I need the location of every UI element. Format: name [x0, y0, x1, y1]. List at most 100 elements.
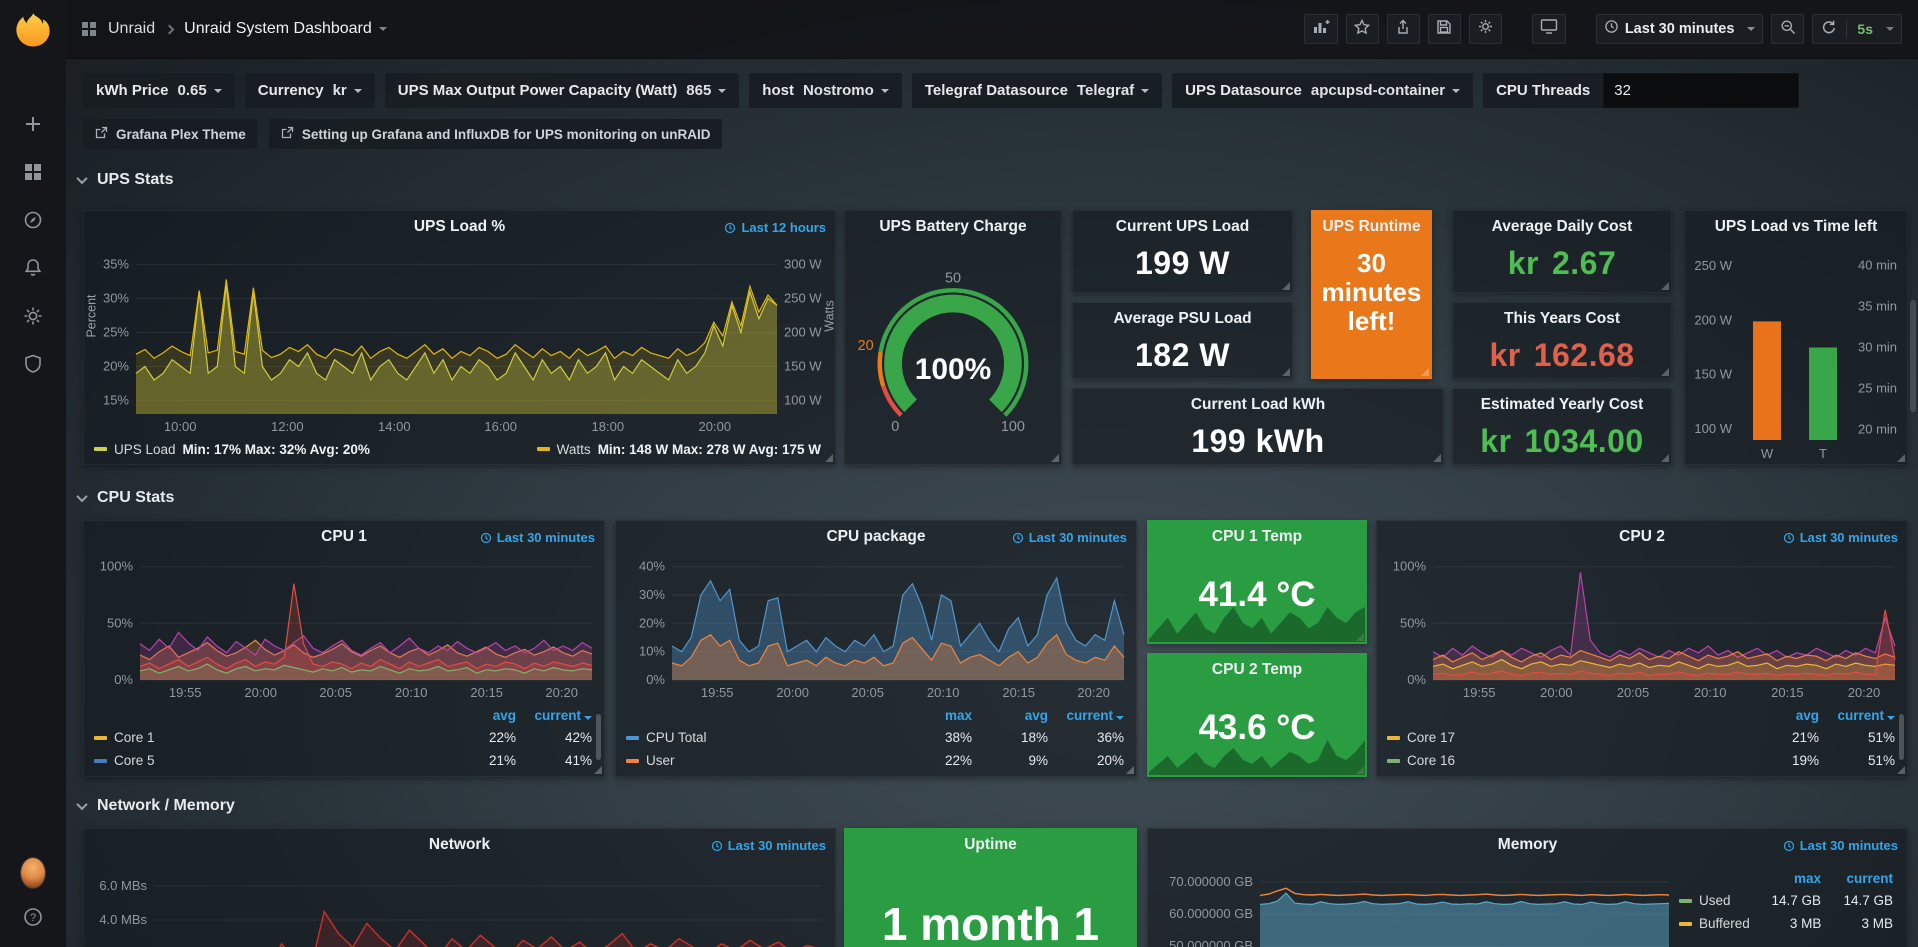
legend-col-current[interactable]: current	[1821, 871, 1893, 886]
star-button[interactable]	[1346, 14, 1379, 44]
legend-item[interactable]: UPS Load Min: 17% Max: 32% Avg: 20%	[94, 442, 370, 457]
time-range-picker[interactable]: Last 30 minutes	[1596, 14, 1764, 44]
panel-title[interactable]: Average PSU Load	[1113, 310, 1251, 328]
page-scrollbar-thumb[interactable]	[1910, 300, 1916, 412]
grafana-logo-icon[interactable]	[12, 8, 54, 50]
panel-title[interactable]: CPU 2 Temp	[1212, 661, 1302, 679]
sidebar-item-dashboards[interactable]	[21, 162, 45, 186]
share-button[interactable]	[1387, 14, 1420, 44]
series-name[interactable]: Used	[1679, 893, 1749, 908]
memory-chart[interactable]: 50.000000 GB60.000000 GB70.000000 GB	[1148, 861, 1679, 947]
sidebar-item-alerting[interactable]	[21, 258, 45, 282]
legend-col-max[interactable]: max	[1749, 871, 1821, 886]
series-name[interactable]: Buffered	[1679, 916, 1750, 931]
series-name[interactable]: Core 1	[94, 730, 440, 745]
gauge-threshold-orange	[880, 352, 884, 386]
panel-time-override[interactable]: Last 30 minutes	[711, 838, 826, 853]
series-name[interactable]: Core 16	[1387, 753, 1743, 768]
legend-item[interactable]: Watts Min: 148 W Max: 278 W Avg: 175 W	[537, 442, 821, 457]
panel-time-override[interactable]: Last 30 minutes	[1012, 530, 1127, 545]
panel-title[interactable]: CPU package	[826, 528, 925, 546]
link-ups-monitoring-guide[interactable]: Setting up Grafana and InfluxDB for UPS …	[269, 119, 722, 149]
cpu1-chart[interactable]: 0%50%100%19:5520:0020:0520:1020:1520:20	[84, 553, 604, 704]
series-name[interactable]: User	[626, 753, 896, 768]
panel-title[interactable]: UPS Runtime	[1322, 218, 1420, 236]
panel-title[interactable]: UPS Load %	[414, 218, 505, 236]
variable-kwh-price[interactable]: kWh Price 0.65	[83, 73, 235, 108]
network-chart[interactable]: 2.0 MBs4.0 MBs6.0 MBs	[84, 861, 835, 947]
variable-ups-datasource[interactable]: UPS Datasource apcupsd-container	[1172, 73, 1473, 108]
dashboard-title-caret-icon[interactable]	[379, 27, 387, 31]
series-name[interactable]: Watts	[557, 442, 591, 457]
ups-load-chart[interactable]: 15%20%25%30%35%100 W150 W200 W250 W300 W…	[84, 243, 835, 438]
legend-col-avg[interactable]: avg	[1743, 708, 1819, 723]
panel-time-override[interactable]: Last 30 minutes	[1783, 530, 1898, 545]
panel-title[interactable]: Estimated Yearly Cost	[1481, 396, 1644, 414]
kiosk-mode-button[interactable]	[1532, 14, 1566, 44]
breadcrumb-page-title[interactable]: Unraid System Dashboard	[184, 20, 372, 38]
cpu2-chart[interactable]: 0%50%100%19:5520:0020:0520:1020:1520:20	[1377, 553, 1907, 704]
legend-value: 36%	[1048, 730, 1124, 745]
section-network-memory[interactable]: Network / Memory	[78, 797, 235, 815]
section-cpu-stats[interactable]: CPU Stats	[78, 489, 174, 507]
panel-time-override[interactable]: Last 12 hours	[724, 220, 826, 235]
legend-col-current[interactable]: current	[1819, 708, 1895, 723]
sidebar-item-help[interactable]: ?	[21, 907, 45, 931]
legend-col-current[interactable]: current	[516, 708, 592, 723]
panel-title[interactable]: Memory	[1498, 836, 1557, 854]
sidebar-item-server-admin[interactable]	[21, 354, 45, 378]
panel-title[interactable]: Current UPS Load	[1116, 218, 1249, 236]
legend-col-avg[interactable]: avg	[440, 708, 516, 723]
panel-title[interactable]: CPU 1 Temp	[1212, 528, 1302, 546]
load-vs-time-chart[interactable]: 100 W150 W200 W250 W20 min25 min30 min35…	[1685, 243, 1907, 464]
variable-host[interactable]: host Nostromo	[749, 73, 902, 108]
refresh-button[interactable]: 5s	[1812, 14, 1902, 44]
breadcrumb-root[interactable]: Unraid	[108, 20, 155, 38]
save-button[interactable]	[1428, 14, 1461, 44]
sidebar-item-configuration[interactable]	[21, 306, 45, 330]
series-name[interactable]: CPU Total	[626, 730, 896, 745]
variable-value[interactable]: kr	[333, 82, 362, 99]
sidebar-bottom: ?	[21, 861, 45, 931]
refresh-interval-caret-icon[interactable]	[1886, 27, 1894, 31]
variable-telegraf-datasource[interactable]: Telegraf Datasource Telegraf	[912, 73, 1162, 108]
sidebar-item-create[interactable]	[21, 114, 45, 138]
panel-title[interactable]: Current Load kWh	[1191, 396, 1325, 414]
variable-value[interactable]: 865	[686, 82, 726, 99]
panel-title[interactable]: CPU 2	[1619, 528, 1665, 546]
legend-col-current[interactable]: current	[1048, 708, 1124, 723]
link-grafana-plex-theme[interactable]: Grafana Plex Theme	[83, 119, 257, 149]
series-name[interactable]: Core 17	[1387, 730, 1743, 745]
dashboard-settings-button[interactable]	[1469, 14, 1502, 44]
section-ups-stats[interactable]: UPS Stats	[78, 171, 173, 189]
zoom-out-button[interactable]	[1771, 14, 1804, 44]
refresh-interval-label[interactable]: 5s	[1857, 21, 1873, 37]
series-name[interactable]: UPS Load	[114, 442, 176, 457]
panel-title[interactable]: UPS Battery Charge	[879, 218, 1026, 236]
cpu-package-chart[interactable]: 0%10%20%30%40%19:5520:0020:0520:1020:152…	[616, 553, 1136, 704]
panel-title[interactable]: CPU 1	[321, 528, 367, 546]
variable-ups-max-output[interactable]: UPS Max Output Power Capacity (Watt) 865	[385, 73, 740, 108]
variable-value[interactable]: Telegraf	[1077, 82, 1149, 99]
series-name[interactable]: Core 5	[94, 753, 440, 768]
panel-time-override[interactable]: Last 30 minutes	[1783, 838, 1898, 853]
variable-value[interactable]: 0.65	[178, 82, 222, 99]
sidebar-item-explore[interactable]	[21, 210, 45, 234]
battery-gauge[interactable]: 0 20 50 100 100%	[845, 243, 1061, 464]
panel-title[interactable]: Network	[429, 836, 490, 854]
user-avatar[interactable]	[21, 861, 45, 885]
variable-currency[interactable]: Currency kr	[245, 73, 375, 108]
legend-col-avg[interactable]: avg	[972, 708, 1048, 723]
add-panel-button[interactable]	[1304, 14, 1338, 44]
panel-time-override[interactable]: Last 30 minutes	[480, 530, 595, 545]
legend-scrollbar[interactable]	[596, 714, 601, 760]
legend-scrollbar[interactable]	[1899, 714, 1904, 760]
panel-title[interactable]: UPS Load vs Time left	[1715, 218, 1878, 236]
variable-value[interactable]: Nostromo	[803, 82, 889, 99]
panel-title[interactable]: Average Daily Cost	[1492, 218, 1633, 236]
legend-col-max[interactable]: max	[896, 708, 972, 723]
variable-value[interactable]: apcupsd-container	[1311, 82, 1460, 99]
cpu-threads-input[interactable]	[1603, 73, 1799, 108]
panel-title[interactable]: Uptime	[964, 836, 1017, 854]
panel-title[interactable]: This Years Cost	[1504, 310, 1620, 328]
